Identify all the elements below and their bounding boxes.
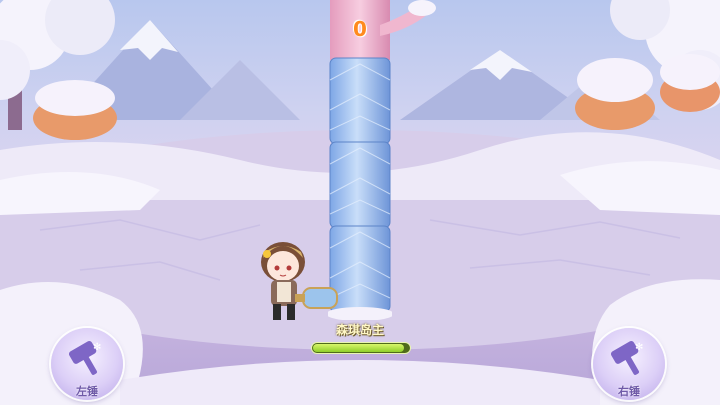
health-bar-fill — [313, 344, 404, 352]
ice-block — [329, 57, 391, 145]
score-counter: 0 — [353, 17, 367, 41]
hammer-icon: ✻ — [68, 340, 101, 375]
pillar-branch — [380, 0, 436, 36]
health-bar — [311, 342, 411, 354]
flower-hairpin — [263, 250, 271, 258]
left-hammer-button[interactable]: ✻ 左锤 — [51, 328, 123, 400]
hammer-icon: ✻ — [610, 340, 643, 375]
left-hammer-label: 左锤 — [76, 385, 98, 398]
snow-foreground-center — [120, 360, 600, 405]
autumn-bush-left — [33, 80, 117, 140]
hammer-weapon — [295, 287, 338, 309]
right-hammer-label: 右锤 — [618, 385, 640, 398]
svg-text:✻: ✻ — [93, 342, 101, 353]
autumn-bush-right — [575, 54, 720, 130]
game-scene: 0 森琪岛主 ✻ 左锤 ✻ 右锤 — [0, 0, 720, 405]
right-hammer-button[interactable]: ✻ 右锤 — [593, 328, 665, 400]
player-name-tag: 森琪岛主 — [335, 323, 384, 337]
player-character — [261, 242, 338, 320]
ice-block — [329, 141, 391, 229]
svg-text:✻: ✻ — [635, 342, 643, 353]
